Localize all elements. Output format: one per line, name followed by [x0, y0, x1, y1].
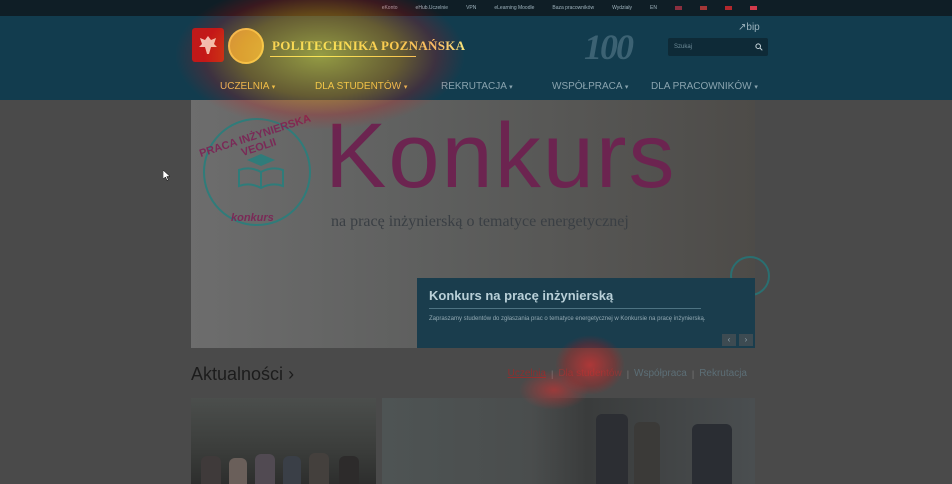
topbar-link-staff-db[interactable]: Baza pracowników: [552, 5, 594, 11]
tab-separator: |: [550, 368, 554, 379]
nav-label: DLA STUDENTÓW: [315, 81, 402, 92]
nav-label: DLA PRACOWNIKÓW: [651, 81, 752, 92]
chevron-down-icon: ▾: [624, 84, 629, 91]
logo-underline: [270, 56, 416, 57]
bip-label: bip: [746, 22, 760, 33]
slide-caption[interactable]: Konkurs na pracę inżynierską Zapraszamy …: [417, 278, 755, 348]
language-flag-2[interactable]: [700, 6, 707, 10]
slider-next-button[interactable]: ›: [739, 334, 753, 346]
photo-figure: [201, 456, 221, 484]
eagle-emblem-icon[interactable]: [192, 28, 224, 62]
anniversary-mark: 100: [584, 27, 634, 67]
news-category-tabs: Uczelnia | Dla studentów | Współpraca | …: [508, 368, 747, 379]
tab-separator: |: [691, 368, 695, 379]
topbar-link-en[interactable]: EN: [650, 5, 657, 11]
photo-figure: [309, 453, 329, 484]
tab-dla-studentow[interactable]: Dla studentów: [558, 368, 621, 379]
nav-item-wspolpraca[interactable]: WSPÓŁPRACA ▾: [552, 81, 628, 92]
news-thumbnail-2[interactable]: [382, 398, 755, 484]
search-input[interactable]: Szukaj: [668, 38, 768, 56]
tab-separator: |: [626, 368, 630, 379]
tab-rekrutacja[interactable]: Rekrutacja: [699, 368, 747, 379]
chevron-right-icon: ›: [288, 364, 295, 384]
photo-figure: [692, 424, 732, 484]
university-seal-icon[interactable]: [228, 28, 264, 64]
photo-figure: [339, 456, 359, 484]
nav-label: UCZELNIA: [220, 81, 269, 92]
hero-subheadline: na pracę inżynierską o tematyce energety…: [331, 213, 629, 230]
mouse-cursor-icon: [163, 170, 171, 181]
chevron-down-icon: ▾: [403, 84, 408, 91]
slide-caption-title[interactable]: Konkurs na pracę inżynierską: [429, 288, 743, 303]
language-flag-1[interactable]: [675, 6, 682, 10]
news-section-heading[interactable]: Aktualności ›: [191, 364, 294, 385]
nav-item-rekrutacja[interactable]: REKRUTACJA ▾: [441, 81, 513, 92]
search-icon: [755, 43, 763, 51]
topbar-link-ehub[interactable]: eHub.Uczelnie: [416, 5, 449, 11]
nav-item-uczelnia[interactable]: UCZELNIA ▾: [220, 81, 275, 92]
photo-figure: [283, 456, 301, 484]
slide-caption-text: Zapraszamy studentów do zgłaszania prac …: [429, 316, 706, 322]
news-heading-label: Aktualności: [191, 364, 284, 384]
tab-wspolpraca[interactable]: Współpraca: [634, 368, 687, 379]
nav-label: WSPÓŁPRACA: [552, 81, 623, 92]
chevron-down-icon: ▾: [509, 84, 513, 91]
bip-link[interactable]: ↗bip: [738, 22, 760, 33]
caption-divider: [429, 308, 701, 309]
hero-headline: Konkurs: [325, 105, 677, 207]
nav-item-dla-studentow[interactable]: DLA STUDENTÓW ▾: [315, 81, 407, 92]
tab-uczelnia[interactable]: Uczelnia: [508, 368, 546, 379]
chevron-down-icon: ▾: [271, 84, 276, 91]
language-flag-4[interactable]: [750, 6, 757, 10]
nav-label: REKRUTACJA: [441, 81, 507, 92]
chevron-down-icon: ▾: [754, 84, 758, 91]
topbar-link-elearning[interactable]: eLearning Moodle: [494, 5, 534, 11]
slider-prev-button[interactable]: ‹: [722, 334, 736, 346]
photo-figure: [596, 414, 628, 484]
topbar-link-ekonto[interactable]: eKonto: [382, 5, 398, 11]
news-thumbnail-1[interactable]: [191, 398, 376, 484]
main-navigation: UCZELNIA ▾ DLA STUDENTÓW ▾ REKRUTACJA ▾ …: [0, 78, 952, 98]
search-placeholder: Szukaj: [674, 44, 693, 50]
slider-controls: ‹ ›: [722, 334, 753, 346]
topbar-link-vpn[interactable]: VPN: [466, 5, 476, 11]
topbar-link-faculties[interactable]: Wydziały: [612, 5, 632, 11]
top-utility-bar: eKonto eHub.Uczelnie VPN eLearning Moodl…: [0, 0, 952, 16]
language-flag-3[interactable]: [725, 6, 732, 10]
photo-figure: [229, 458, 247, 484]
search-button[interactable]: [750, 38, 768, 56]
university-logo-text[interactable]: POLITECHNIKA POZNAŃSKA: [272, 38, 465, 54]
photo-figure: [255, 454, 275, 484]
open-book-graduation-cap-icon: [238, 154, 284, 190]
photo-figure: [634, 422, 660, 484]
nav-item-dla-pracownikow[interactable]: DLA PRACOWNIKÓW ▾: [651, 81, 758, 92]
contest-badge-label: konkurs: [231, 212, 274, 224]
